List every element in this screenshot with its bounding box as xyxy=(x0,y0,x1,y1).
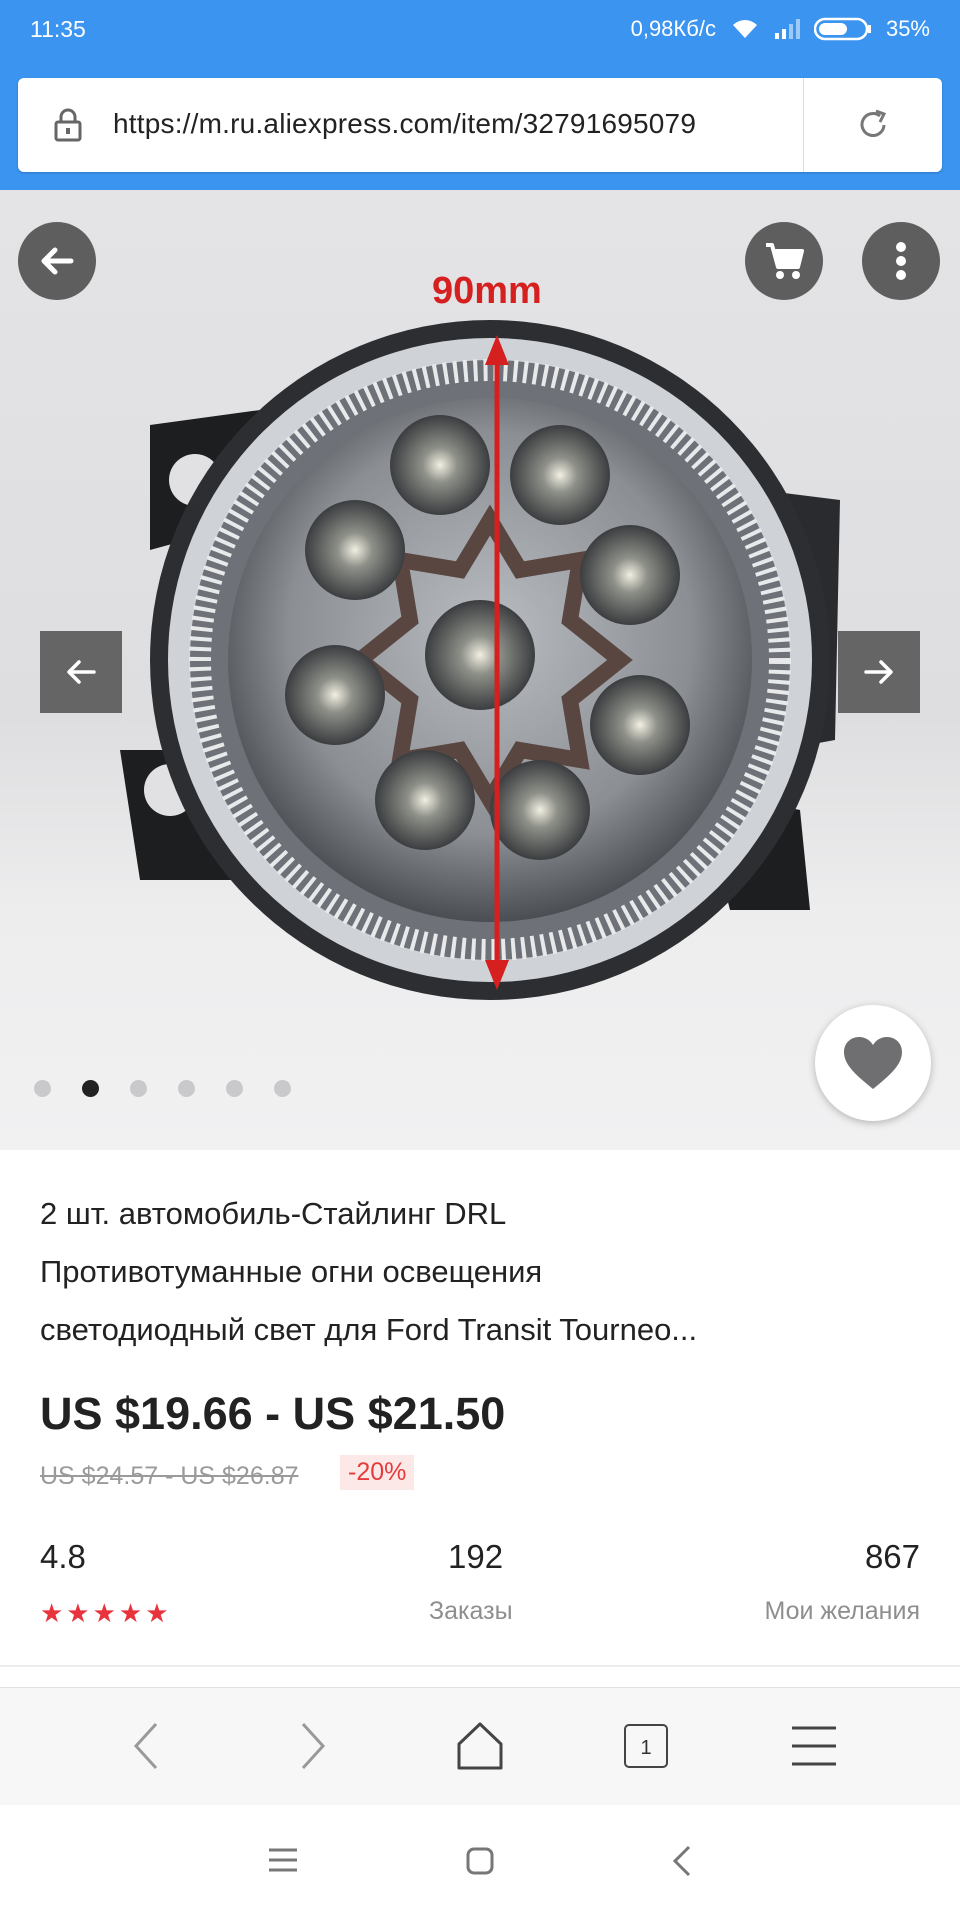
more-options-button[interactable] xyxy=(862,222,940,300)
wishlist-count: 867 xyxy=(864,1538,920,1575)
price-range: US $19.66 - US $21.50 xyxy=(40,1388,506,1439)
tabs-button[interactable]: 1 xyxy=(624,1724,668,1768)
url-text[interactable]: https://m.ru.aliexpress.com/item/3279169… xyxy=(113,108,696,140)
arrow-right-icon xyxy=(864,660,893,684)
orders-count: 192 xyxy=(448,1538,504,1575)
more-vertical-icon xyxy=(896,242,906,280)
cart-button[interactable] xyxy=(745,222,823,300)
discount-badge: -20% xyxy=(340,1455,415,1490)
recent-apps-icon[interactable] xyxy=(268,1847,298,1873)
gallery-prev-button[interactable] xyxy=(40,631,122,713)
signal-icon xyxy=(774,19,800,39)
address-bar-divider xyxy=(803,78,804,172)
browser-back-icon[interactable] xyxy=(128,1716,164,1776)
divider xyxy=(0,1665,960,1667)
wishlist-button[interactable] xyxy=(815,1005,931,1121)
status-time: 11:35 xyxy=(30,16,86,42)
orders-label: Заказы xyxy=(429,1597,513,1625)
browser-forward-icon[interactable] xyxy=(295,1716,331,1776)
product-gallery[interactable]: 90mm xyxy=(0,190,960,1150)
wifi-icon xyxy=(732,20,757,38)
gallery-pagination xyxy=(34,1080,291,1097)
battery-icon xyxy=(813,17,871,41)
gallery-next-button[interactable] xyxy=(838,631,920,713)
pagination-dot[interactable] xyxy=(226,1080,243,1097)
home-icon[interactable] xyxy=(455,1716,505,1776)
product-title: 2 шт. автомобиль-Стайлинг DRL Противотум… xyxy=(40,1185,920,1359)
arrow-left-icon xyxy=(67,660,96,684)
wishlist-label: Мои желания xyxy=(764,1597,920,1625)
product-title-line: светодиодный свет для Ford Transit Tourn… xyxy=(40,1312,698,1347)
rating-value: 4.8 xyxy=(40,1538,86,1575)
pagination-dot[interactable] xyxy=(274,1080,291,1097)
system-navigation-bar xyxy=(0,1805,960,1920)
rating-stars[interactable]: ★★★★★ xyxy=(40,1598,172,1629)
battery-percent: 35% xyxy=(885,16,930,41)
address-bar[interactable]: https://m.ru.aliexpress.com/item/3279169… xyxy=(18,78,942,172)
product-title-line: Противотуманные огни освещения xyxy=(40,1254,543,1289)
arrow-left-icon xyxy=(41,247,74,275)
pagination-dot[interactable] xyxy=(178,1080,195,1097)
address-bar-container: https://m.ru.aliexpress.com/item/3279169… xyxy=(0,60,960,190)
reload-icon[interactable] xyxy=(853,105,893,145)
old-price-range: US $24.57 - US $26.87 xyxy=(40,1462,299,1490)
network-speed: 0,98Кб/с xyxy=(630,16,716,41)
status-right: 0,98Кб/с 35% xyxy=(631,16,930,42)
status-bar: 11:35 0,98Кб/с 35% xyxy=(0,0,960,60)
system-home-icon[interactable] xyxy=(466,1847,494,1875)
browser-toolbar: 1 xyxy=(0,1687,960,1806)
lock-icon xyxy=(54,108,82,142)
product-image xyxy=(120,320,840,1000)
heart-icon xyxy=(844,1037,902,1089)
cart-icon xyxy=(766,243,804,279)
system-back-icon[interactable] xyxy=(672,1845,692,1877)
measure-label: 90mm xyxy=(432,270,542,312)
back-button[interactable] xyxy=(18,222,96,300)
pagination-dot[interactable] xyxy=(130,1080,147,1097)
pagination-dot[interactable] xyxy=(34,1080,51,1097)
menu-icon[interactable] xyxy=(790,1724,838,1768)
product-title-line: 2 шт. автомобиль-Стайлинг DRL xyxy=(40,1196,507,1231)
pagination-dot-active[interactable] xyxy=(82,1080,99,1097)
